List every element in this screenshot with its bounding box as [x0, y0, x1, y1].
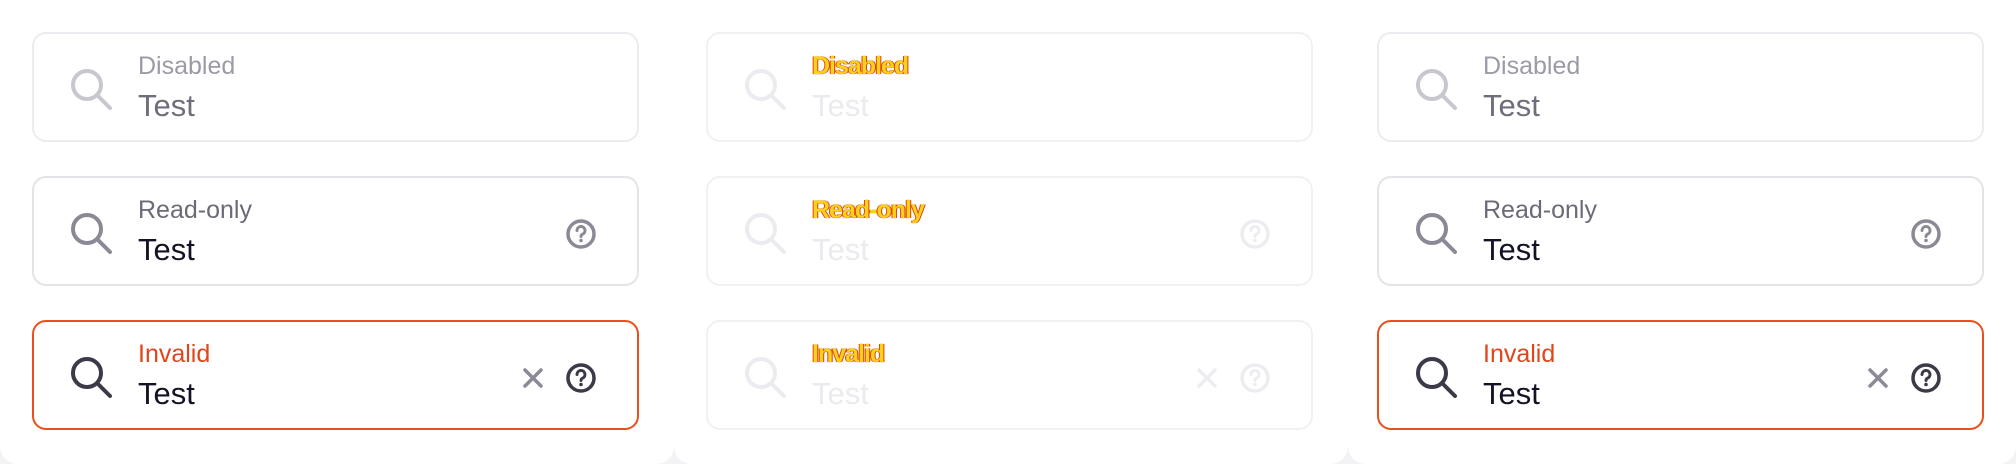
help-circle-icon[interactable] — [1906, 214, 1946, 254]
field-value: Test — [812, 232, 869, 267]
search-field-invalid: Invalid Test — [706, 320, 1313, 430]
search-icon — [71, 213, 112, 254]
field-label: Disabled — [1483, 52, 1581, 80]
search-field-readonly[interactable]: Read-only Test — [1377, 176, 1984, 286]
field-value[interactable]: Test — [1483, 232, 1540, 268]
help-circle-icon — [1240, 219, 1270, 249]
search-icon — [71, 69, 112, 110]
field-label: Read-only — [1483, 196, 1597, 224]
search-icon — [1416, 69, 1457, 110]
field-label: Read-only — [812, 196, 925, 224]
field-label: Invalid — [812, 340, 885, 368]
field-value: Test — [812, 376, 869, 411]
panel-middle: Disabled Test Read-only Test Invalid Tes… — [674, 0, 1348, 464]
search-icon — [1416, 213, 1457, 254]
field-label: Invalid — [1483, 340, 1556, 368]
search-field-disabled: Disabled Test — [706, 32, 1313, 142]
field-value: Test — [1483, 88, 1540, 123]
field-value[interactable]: Test — [138, 376, 195, 412]
help-circle-icon — [1240, 363, 1270, 393]
field-value[interactable]: Test — [138, 232, 195, 268]
search-icon — [745, 213, 786, 254]
help-circle-icon[interactable] — [561, 358, 601, 398]
search-field-invalid[interactable]: Invalid Test — [32, 320, 639, 430]
search-field-disabled: Disabled Test — [1377, 32, 1984, 142]
field-value[interactable]: Test — [1483, 376, 1540, 412]
field-label: Disabled — [812, 52, 909, 80]
panel-left: Disabled Test Read-only Test Invalid Tes… — [0, 0, 674, 464]
help-circle-icon[interactable] — [561, 214, 601, 254]
search-field-variants: Disabled Test Read-only Test Invalid Tes… — [0, 0, 2016, 464]
search-icon — [1416, 357, 1457, 398]
help-circle-icon[interactable] — [1906, 358, 1946, 398]
search-field-invalid[interactable]: Invalid Test — [1377, 320, 1984, 430]
panel-right: Disabled Test Read-only Test Invalid Tes… — [1348, 0, 2016, 464]
field-value: Test — [138, 88, 195, 123]
close-icon[interactable] — [1858, 358, 1898, 398]
search-field-disabled: Disabled Test — [32, 32, 639, 142]
field-value: Test — [812, 88, 869, 123]
search-icon — [71, 357, 112, 398]
field-label: Disabled — [138, 52, 236, 80]
search-icon — [745, 69, 786, 110]
field-label: Read-only — [138, 196, 252, 224]
close-icon[interactable] — [513, 358, 553, 398]
close-icon — [1197, 368, 1217, 388]
field-label: Invalid — [138, 340, 211, 368]
search-field-readonly: Read-only Test — [706, 176, 1313, 286]
search-field-readonly[interactable]: Read-only Test — [32, 176, 639, 286]
search-icon — [745, 357, 786, 398]
